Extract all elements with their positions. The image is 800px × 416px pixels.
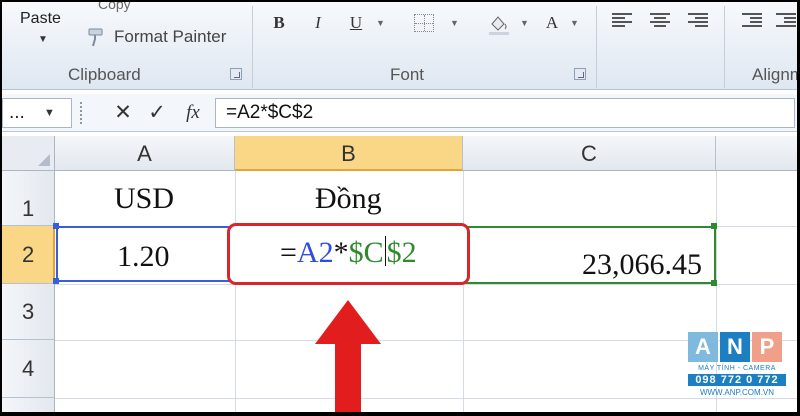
- reference-highlight-a2: [56, 226, 236, 282]
- logo-tagline: MÁY TÍNH - CAMERA: [698, 365, 776, 372]
- reference-handle[interactable]: [711, 223, 717, 229]
- cell-b2-editing[interactable]: =A2*$C $2: [227, 223, 470, 285]
- font-color-dropdown-arrow[interactable]: ▼: [570, 10, 579, 36]
- underline-dropdown-arrow[interactable]: ▼: [376, 10, 385, 36]
- logo-letter: P: [752, 332, 782, 362]
- font-dialog-launcher-icon[interactable]: [574, 68, 586, 80]
- cell-b1[interactable]: Đồng: [315, 182, 382, 216]
- logo-phone: 098 772 0 772: [688, 374, 786, 386]
- formula-operator: *: [333, 236, 349, 269]
- borders-icon[interactable]: [414, 14, 434, 32]
- column-header-b[interactable]: B: [235, 136, 463, 171]
- row-header-2[interactable]: 2: [2, 226, 55, 284]
- reference-handle[interactable]: [53, 223, 59, 229]
- column-header-d[interactable]: [716, 136, 797, 171]
- paste-dropdown-arrow[interactable]: ▼: [38, 34, 48, 45]
- insert-function-icon[interactable]: fx: [180, 100, 206, 126]
- reference-handle[interactable]: [711, 280, 717, 286]
- borders-dropdown-arrow[interactable]: ▼: [450, 10, 459, 36]
- anp-logo: A N P MÁY TÍNH - CAMERA 098 772 0 772 WW…: [688, 332, 786, 408]
- align-left-icon[interactable]: [612, 13, 632, 31]
- row-header-3[interactable]: 3: [2, 284, 55, 340]
- bold-button[interactable]: B: [267, 10, 291, 36]
- copy-button[interactable]: Copy: [98, 2, 131, 12]
- text-caret: [384, 236, 386, 266]
- group-separator: [724, 6, 725, 88]
- name-box-dropdown-arrow[interactable]: ▼: [44, 98, 55, 128]
- paste-button[interactable]: Paste: [20, 10, 61, 28]
- format-painter-label: Format Painter: [114, 27, 227, 46]
- clipboard-group-label: Clipboard: [68, 65, 141, 84]
- excel-window: Paste ▼ Copy Format Painter Clipboard B …: [2, 2, 797, 412]
- formula-ref-a2: A2: [296, 236, 334, 269]
- column-header-c[interactable]: C: [463, 136, 716, 171]
- group-separator: [596, 6, 597, 88]
- clipboard-dialog-launcher-icon[interactable]: [230, 68, 242, 80]
- cell-b2-formula[interactable]: =A2*$C $2: [280, 236, 417, 270]
- cancel-icon[interactable]: ✕: [110, 100, 136, 126]
- align-right-icon[interactable]: [688, 13, 708, 31]
- format-painter-button[interactable]: Format Painter: [86, 26, 226, 48]
- group-separator: [252, 6, 253, 88]
- alignment-group-label: Alignm: [752, 65, 797, 84]
- reference-highlight-c2: [464, 226, 716, 284]
- reference-handle[interactable]: [53, 278, 59, 284]
- font-group-label: Font: [390, 65, 425, 84]
- ribbon: Paste ▼ Copy Format Painter Clipboard B …: [2, 2, 797, 90]
- underline-button[interactable]: U: [344, 10, 368, 36]
- formula-ref-c2-part1: $C: [348, 236, 384, 269]
- align-center-icon[interactable]: [650, 13, 670, 31]
- formula-ref-c2-part2: $2: [386, 236, 417, 269]
- gridline: [55, 340, 797, 341]
- font-color-button[interactable]: A: [540, 10, 564, 36]
- formula-equals: =: [280, 236, 297, 269]
- fill-color-dropdown-arrow[interactable]: ▼: [520, 10, 529, 36]
- cell-a1[interactable]: USD: [114, 182, 174, 216]
- row-header-1[interactable]: 1: [2, 171, 55, 226]
- italic-button[interactable]: I: [306, 10, 330, 36]
- increase-indent-icon[interactable]: [776, 13, 796, 31]
- enter-icon[interactable]: ✓: [144, 100, 170, 126]
- formula-input[interactable]: =A2*$C$2: [215, 98, 795, 128]
- red-arrow-icon: [315, 300, 381, 412]
- row-header-4[interactable]: 4: [2, 340, 55, 398]
- gridline: [55, 398, 797, 399]
- logo-letter: N: [720, 332, 750, 362]
- formula-bar-grip[interactable]: [80, 102, 84, 124]
- column-header-a[interactable]: A: [55, 136, 235, 171]
- gridline: [463, 171, 464, 412]
- gridline: [235, 171, 236, 412]
- select-all-button[interactable]: [2, 136, 55, 171]
- row-header-5[interactable]: [2, 398, 55, 412]
- decrease-indent-icon[interactable]: [742, 13, 762, 31]
- logo-letter: A: [688, 332, 718, 362]
- name-box[interactable]: ...: [2, 98, 72, 128]
- paintbrush-icon: [88, 28, 103, 47]
- logo-url: WWW.ANP.COM.VN: [699, 388, 775, 397]
- fill-color-icon[interactable]: [486, 12, 512, 36]
- formula-bar: ... ▼ ✕ ✓ fx =A2*$C$2: [2, 94, 797, 132]
